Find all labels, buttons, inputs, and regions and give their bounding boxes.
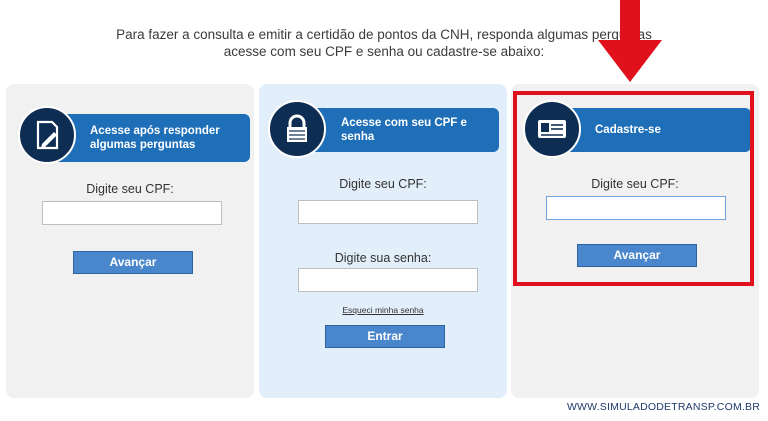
watermark: WWW.SIMULADODETRANSP.COM.BR [566, 401, 760, 413]
password-label: Digite sua senha: [334, 251, 432, 265]
entrar-button[interactable]: Entrar [325, 325, 445, 348]
card-cpf-senha: Acesse com seu CPF e senha Digite seu CP… [259, 84, 507, 398]
cpf-input[interactable] [42, 201, 222, 225]
card-perguntas: Acesse após responder algumas perguntas … [6, 84, 254, 398]
card-title: Acesse após responder algumas perguntas [90, 125, 220, 151]
cpf-label: Digite seu CPF: [339, 177, 427, 191]
highlight-box [513, 91, 754, 286]
forgot-password-link[interactable]: Esqueci minha senha [259, 305, 507, 315]
card-title: Acesse com seu CPF e senha [341, 117, 467, 143]
password-input[interactable] [298, 268, 478, 292]
cpf-input[interactable] [298, 200, 478, 224]
document-pencil-icon [18, 106, 76, 164]
cpf-label: Digite seu CPF: [86, 182, 174, 196]
avancar-button[interactable]: Avançar [73, 251, 193, 274]
down-arrow-icon [598, 0, 662, 82]
lock-icon [268, 100, 326, 158]
